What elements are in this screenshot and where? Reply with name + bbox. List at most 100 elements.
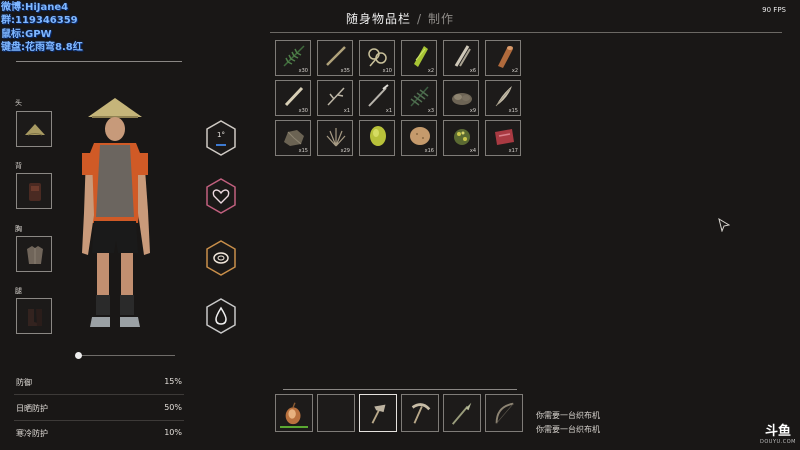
- inventory-slot[interactable]: x6: [443, 40, 479, 76]
- spear-shaft-icon: [368, 84, 389, 107]
- item-count: x17: [508, 148, 518, 154]
- inventory-slot[interactable]: x2: [401, 40, 437, 76]
- leaf-vest-icon: [27, 246, 43, 264]
- item-count: x1: [385, 108, 392, 114]
- craft-slot[interactable]: [317, 394, 355, 432]
- inventory-slot[interactable]: x17: [485, 120, 521, 156]
- item-count: x29: [340, 148, 350, 154]
- inventory-slot[interactable]: x1: [317, 80, 353, 116]
- log-icon: [498, 46, 513, 68]
- crafting-requirement: 你需要一台织布机: [536, 411, 600, 420]
- item-count: x15: [298, 148, 308, 154]
- crafting-requirement: 你需要一台织布机: [536, 425, 600, 434]
- coconut-icon: [370, 126, 386, 146]
- inventory-slot[interactable]: x15: [485, 80, 521, 116]
- protection-row: 防御 15%: [14, 370, 184, 394]
- straw-hat-icon: [25, 124, 45, 136]
- head-slot[interactable]: [16, 111, 52, 147]
- protection-divider: [14, 394, 184, 395]
- craft-slot[interactable]: [485, 394, 523, 432]
- protection-value: 15%: [164, 377, 182, 386]
- stone-axe-icon: [371, 404, 386, 424]
- craft-progress-bar: [280, 426, 308, 428]
- stick-icon: [326, 46, 346, 66]
- inventory-slot[interactable]: [359, 120, 395, 156]
- bow-icon: [495, 402, 514, 424]
- fern-icon: [283, 45, 305, 67]
- tab-crafting[interactable]: 制作: [428, 12, 454, 26]
- protection-name: 防御: [16, 378, 32, 387]
- back-slot[interactable]: [16, 173, 52, 209]
- craft-slot[interactable]: [443, 394, 481, 432]
- back-label: 背: [15, 162, 22, 170]
- inventory-slot[interactable]: x2: [485, 40, 521, 76]
- bone-icon: [284, 86, 304, 107]
- inventory-slot[interactable]: x16: [401, 120, 437, 156]
- inventory-slot[interactable]: x1: [359, 80, 395, 116]
- stone-pile-icon: [452, 93, 472, 105]
- rotation-slider-track[interactable]: [78, 355, 175, 356]
- tab-separator: /: [416, 12, 423, 26]
- food-icon: [206, 240, 236, 276]
- tab-inventory[interactable]: 随身物品栏: [346, 12, 411, 26]
- inventory-slot[interactable]: x3: [401, 80, 437, 116]
- craft-slot[interactable]: [359, 394, 397, 432]
- legs-slot[interactable]: [16, 298, 52, 334]
- boots-icon: [28, 309, 42, 326]
- inventory-slot[interactable]: x30: [275, 80, 311, 116]
- chest-slot[interactable]: [16, 236, 52, 272]
- hunger-stat: [205, 240, 237, 276]
- header-divider: [270, 32, 782, 33]
- heart-icon: [206, 178, 236, 214]
- inventory-slot[interactable]: x9: [443, 80, 479, 116]
- torch-icon: [285, 402, 301, 425]
- item-count: x30: [298, 68, 308, 74]
- legs-label: 腿: [15, 287, 22, 295]
- item-count: x15: [508, 108, 518, 114]
- backpack-icon: [29, 183, 41, 201]
- character-model: [82, 98, 150, 327]
- overlay-mouse: 鼠标:GPW: [1, 29, 52, 40]
- item-count: x16: [424, 148, 434, 154]
- item-count: x2: [511, 68, 518, 74]
- empty-slot: [323, 400, 349, 426]
- spear-icon: [452, 402, 472, 425]
- grass-icon: [326, 128, 346, 147]
- inventory-slot[interactable]: x15: [275, 120, 311, 156]
- item-count: x3: [427, 108, 434, 114]
- inventory-slot[interactable]: x30: [275, 40, 311, 76]
- item-count: x1: [343, 108, 350, 114]
- item-count: x35: [340, 68, 350, 74]
- bamboo-icon: [454, 45, 471, 67]
- inventory-slot[interactable]: x29: [317, 120, 353, 156]
- inventory-slot[interactable]: x10: [359, 40, 395, 76]
- item-count: x6: [469, 68, 476, 74]
- potato-icon: [410, 127, 430, 145]
- chest-label: 胸: [15, 225, 22, 233]
- inventory-slot[interactable]: x35: [317, 40, 353, 76]
- fiber-bundle-icon: [414, 46, 428, 67]
- craft-slot[interactable]: [275, 394, 313, 432]
- health-stat: [205, 178, 237, 214]
- protection-name: 日晒防护: [16, 404, 48, 413]
- herb-icon: [454, 129, 470, 145]
- item-count: x10: [382, 68, 392, 74]
- temperature-stat: 1°: [205, 120, 237, 156]
- thirst-stat: [205, 298, 237, 334]
- water-drop-icon: [206, 298, 236, 334]
- feather-icon: [495, 86, 512, 107]
- rock-icon: [284, 130, 304, 146]
- craft-slot[interactable]: [401, 394, 439, 432]
- pickaxe-icon: [411, 403, 431, 424]
- protection-name: 寒冷防护: [16, 429, 48, 438]
- rotation-slider-handle[interactable]: [75, 352, 82, 359]
- inventory-slot[interactable]: x4: [443, 120, 479, 156]
- rope-icon: [368, 48, 387, 67]
- item-count: x4: [469, 148, 476, 154]
- item-count: x2: [427, 68, 434, 74]
- item-count: x30: [298, 108, 308, 114]
- logo-sub: DOUYU.COM: [760, 439, 796, 445]
- twig-icon: [327, 87, 345, 106]
- header-tabs: 随身物品栏 / 制作: [0, 10, 800, 27]
- protection-value: 10%: [164, 428, 182, 437]
